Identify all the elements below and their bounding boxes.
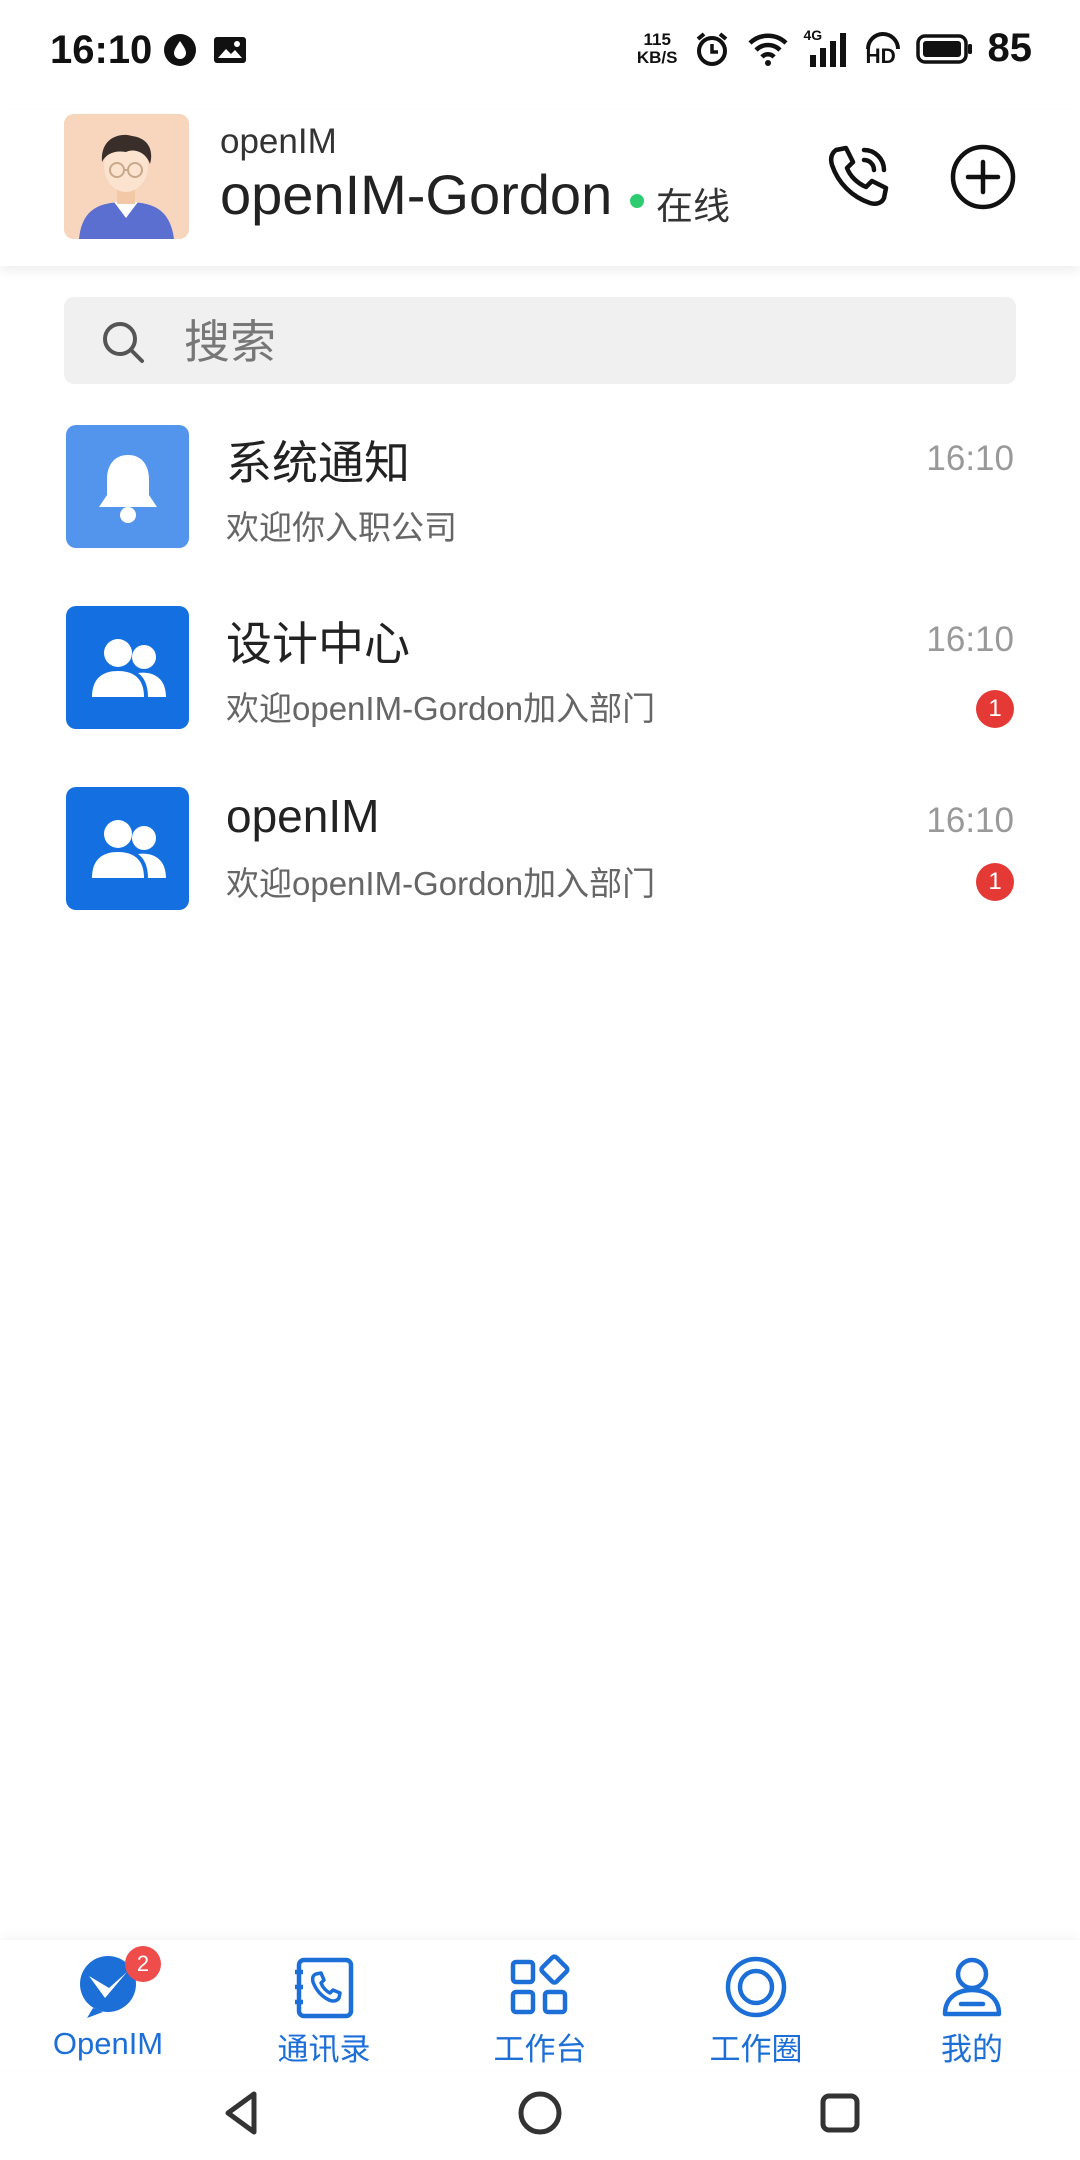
conversation-time: 16:10 <box>926 801 1014 840</box>
battery-level: 85 <box>987 26 1033 70</box>
tab-contacts[interactable]: 通讯录 <box>244 1954 404 2074</box>
tab-openim[interactable]: 2 OpenIM <box>28 1946 188 2074</box>
tab-unread-badge: 2 <box>125 1946 161 1982</box>
conversation-avatar <box>66 787 189 910</box>
unread-badge: 1 <box>976 863 1014 901</box>
status-time: 16:10 <box>50 28 153 72</box>
bell-icon <box>98 454 157 523</box>
org-name: openIM <box>220 122 337 161</box>
tab-label: 通讯录 <box>277 2032 371 2067</box>
conversation-avatar <box>66 606 189 729</box>
tab-workbench[interactable]: 工作台 <box>460 1954 620 2074</box>
home-icon[interactable] <box>515 2088 565 2138</box>
network-speed: 115 KB/S <box>636 29 678 67</box>
status-bar: 16:10 115 KB/S 4G HD 85 <box>0 0 1080 110</box>
hd-voice-icon: HD <box>864 29 902 69</box>
contacts-icon <box>295 1957 354 2019</box>
conversation-title: 系统通知 <box>226 437 410 489</box>
conversation-avatar <box>66 425 189 548</box>
bottom-navigation: 2 OpenIM 通讯录 工作台 工作圈 我的 <box>0 1940 1080 2070</box>
recents-icon[interactable] <box>815 2088 865 2138</box>
search-input[interactable] <box>182 297 986 386</box>
conversation-item-system-notice[interactable]: 系统通知 欢迎你入职公司 16:10 <box>0 425 1080 595</box>
tab-label: 我的 <box>941 2032 1003 2067</box>
conversation-item-design-center[interactable]: 设计中心 欢迎openIM-Gordon加入部门 16:10 1 <box>0 606 1080 776</box>
search-icon <box>103 322 144 363</box>
phone-call-icon[interactable] <box>822 140 894 212</box>
search-bar[interactable] <box>64 297 1016 386</box>
tab-moments[interactable]: 工作圈 <box>676 1954 836 2074</box>
gallery-notification-icon <box>214 37 246 63</box>
moments-icon <box>725 1956 787 2018</box>
online-status-dot <box>630 194 644 208</box>
conversation-title: openIM <box>226 790 380 842</box>
conversation-time: 16:10 <box>926 620 1014 659</box>
conversation-preview: 欢迎openIM-Gordon加入部门 <box>226 865 656 902</box>
add-circle-icon[interactable] <box>948 142 1018 212</box>
tab-label: 工作圈 <box>709 2032 803 2067</box>
tab-label: 工作台 <box>493 2032 587 2067</box>
system-navigation-bar <box>0 2070 1080 2160</box>
tab-label: OpenIM <box>52 2026 164 2061</box>
alarm-icon <box>696 31 727 66</box>
group-icon <box>91 819 166 878</box>
tab-profile[interactable]: 我的 <box>892 1954 1052 2074</box>
wifi-icon <box>747 33 788 66</box>
battery-icon <box>915 33 972 64</box>
user-avatar[interactable] <box>64 114 189 239</box>
notification-drop-icon <box>164 34 196 66</box>
user-name: openIM-Gordon <box>220 163 613 226</box>
workbench-icon <box>510 1954 570 2015</box>
group-icon <box>91 638 166 697</box>
conversation-preview: 欢迎openIM-Gordon加入部门 <box>226 690 656 727</box>
back-icon[interactable] <box>218 2088 268 2138</box>
online-status-text: 在线 <box>656 186 730 227</box>
conversation-title: 设计中心 <box>226 618 410 670</box>
conversation-item-openim[interactable]: openIM 欢迎openIM-Gordon加入部门 16:10 1 <box>0 787 1080 957</box>
profile-icon <box>942 1957 1002 2017</box>
conversation-preview: 欢迎你入职公司 <box>226 509 457 546</box>
conversation-time: 16:10 <box>926 439 1014 478</box>
cell-signal-icon: 4G <box>804 27 850 69</box>
header: openIM openIM-Gordon 在线 <box>0 110 1080 266</box>
unread-badge: 1 <box>976 690 1014 728</box>
